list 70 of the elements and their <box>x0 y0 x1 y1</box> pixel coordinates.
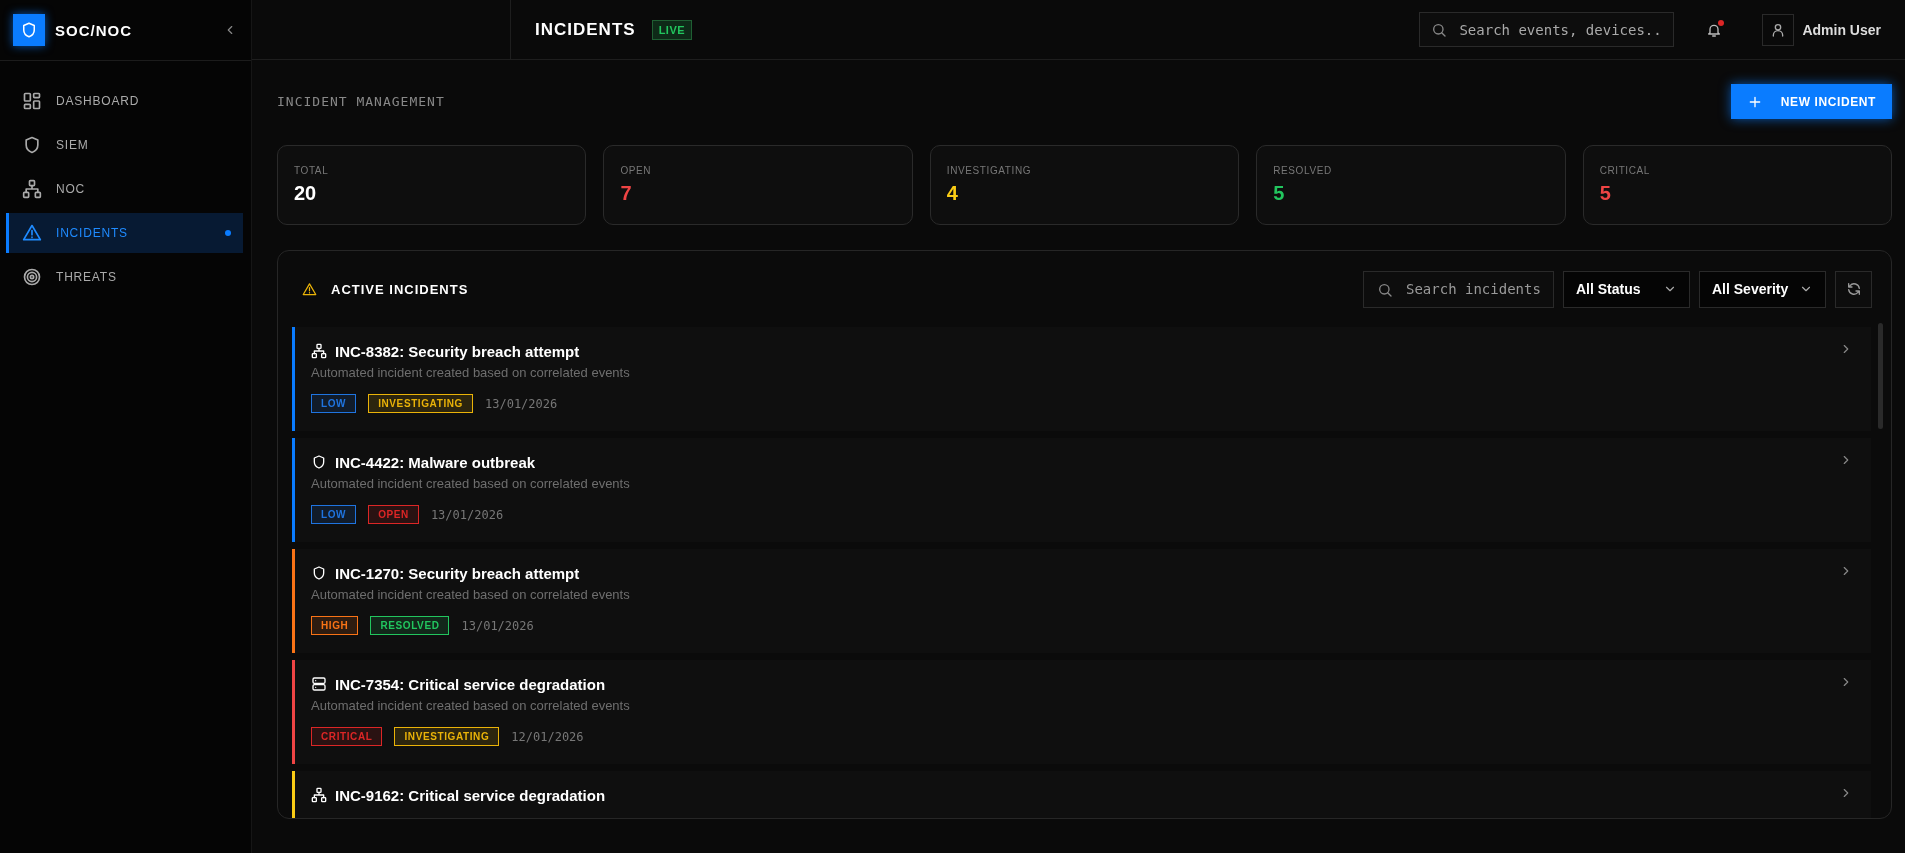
incident-title: INC-4422: Malware outbreak <box>335 453 537 471</box>
incident-date: 13/01/2026 <box>461 618 534 633</box>
stat-label: OPEN <box>620 165 653 176</box>
nav-item[interactable]: NOC <box>6 167 243 211</box>
incident-date: 12/01/2026 <box>511 729 584 744</box>
refresh-icon <box>1845 281 1862 297</box>
incident-description: Automated incident created based on correlated events <box>311 476 630 491</box>
severity-badge: LOW <box>311 394 357 413</box>
incident-card[interactable]: INC-8382: Security breach attempt Automated incident created based on correlated events LOW INVESTIGATING 13/01/2026 <box>292 327 1871 431</box>
active-dot <box>225 230 231 236</box>
shield-icon <box>22 135 42 155</box>
network-icon <box>22 179 42 199</box>
search-field[interactable]: Search incidents <box>1363 270 1554 308</box>
incident-description: Automated incident created based on correlated events <box>311 365 630 380</box>
incident-title: INC-9162: Critical service degradation <box>335 786 607 804</box>
incident-description: Automated incident created based on correlated events <box>311 587 630 602</box>
stat-value: 20 <box>294 182 318 205</box>
search-icon <box>1431 22 1448 38</box>
search-icon <box>1377 281 1393 298</box>
severity-badge: HIGH <box>311 616 359 635</box>
incident-description: Automated incident created based on correlated events <box>311 698 630 713</box>
status-badge: OPEN <box>368 505 419 524</box>
shield-icon <box>20 21 38 39</box>
refresh-button[interactable] <box>1835 270 1872 308</box>
incident-date: 13/01/2026 <box>485 396 558 411</box>
stat-label: CRITICAL <box>1599 165 1651 176</box>
nav-item[interactable]: DASHBOARD <box>6 79 243 123</box>
scrollbar-thumb[interactable] <box>1878 323 1883 429</box>
incident-card[interactable]: INC-9162: Critical service degradation <box>292 771 1871 818</box>
status-dropdown[interactable]: All Status <box>1563 270 1690 308</box>
incident-title: INC-1270: Security breach attempt <box>335 564 581 582</box>
stat-label: TOTAL <box>294 165 330 176</box>
nav-item[interactable]: INCIDENTS <box>6 213 243 253</box>
new-incident-button[interactable]: NEW INCIDENT <box>1730 84 1892 119</box>
stat-value: 5 <box>1599 182 1612 205</box>
stat-value: 7 <box>620 182 633 205</box>
network-icon <box>311 343 327 359</box>
incident-title: INC-8382: Security breach attempt <box>335 342 581 360</box>
status-badge: INVESTIGATING <box>394 727 500 746</box>
dashboard-icon <box>22 91 42 111</box>
stat-value: 5 <box>1273 182 1286 205</box>
severity-badge: CRITICAL <box>311 727 383 746</box>
incident-card[interactable]: INC-4422: Malware outbreak Automated incident created based on correlated events LOW OPEN 13/01/2026 <box>292 438 1871 542</box>
shield-icon <box>311 565 327 581</box>
warning-icon <box>22 223 42 243</box>
server-icon <box>311 676 327 692</box>
incident-date: 13/01/2026 <box>430 507 504 522</box>
nav-item[interactable]: THREATS <box>6 255 243 299</box>
search-field[interactable]: Search events, devices.. <box>1419 12 1675 47</box>
severity-badge: LOW <box>311 505 357 524</box>
nav-item[interactable]: SIEM <box>6 123 243 167</box>
user-menu[interactable]: Admin User <box>1762 13 1881 46</box>
network-icon <box>311 787 327 803</box>
target-icon <box>22 267 42 287</box>
live-badge: LIVE <box>651 19 693 40</box>
stat-value: 4 <box>946 182 959 205</box>
panel-title: ACTIVE INCIDENTS <box>331 281 470 297</box>
page-title: INCIDENTS <box>535 19 636 40</box>
brand-name: SOC/NOC <box>55 21 133 39</box>
incident-card[interactable]: INC-1270: Security breach attempt Automated incident created based on correlated events HIGH RESOLVED 13/01/2026 <box>292 549 1871 653</box>
shield-icon <box>311 454 327 470</box>
incident-card[interactable]: INC-7354: Critical service degradation Automated incident created based on correlated events CRITICAL INVESTIGATING 12/01/2026 <box>292 660 1871 764</box>
status-badge: RESOLVED <box>370 616 450 635</box>
stat-label: RESOLVED <box>1273 165 1333 176</box>
incident-title: INC-7354: Critical service degradation <box>335 675 607 693</box>
stat-label: INVESTIGATING <box>946 165 1033 176</box>
section-title: INCIDENT MANAGEMENT <box>277 94 445 109</box>
status-badge: INVESTIGATING <box>368 394 473 413</box>
severity-dropdown[interactable]: All Severity <box>1699 270 1826 308</box>
warning-icon <box>302 281 317 297</box>
